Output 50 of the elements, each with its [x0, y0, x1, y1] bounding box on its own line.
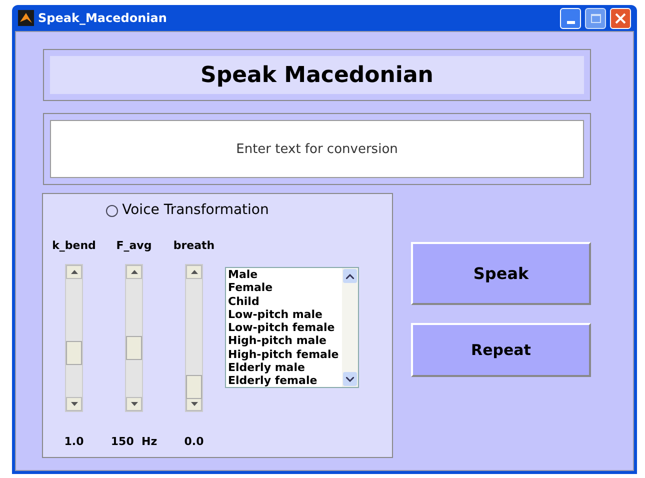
slider-label: F_avg — [116, 238, 152, 254]
triangle-up-icon — [70, 270, 78, 274]
vertical-slider[interactable] — [185, 264, 203, 412]
triangle-down-icon — [130, 402, 138, 406]
slider-up-button[interactable] — [66, 265, 82, 279]
chevron-up-icon — [346, 274, 354, 278]
radio-label: Voice Transformation — [122, 201, 269, 220]
list-item[interactable]: Elderly female — [228, 374, 342, 388]
repeat-button[interactable]: Repeat — [411, 323, 591, 377]
slider-thumb[interactable] — [66, 340, 82, 365]
slider-label: breath — [173, 238, 215, 254]
minimize-button[interactable] — [560, 8, 581, 28]
slider-thumb[interactable] — [126, 336, 142, 360]
list-item[interactable]: Male — [228, 268, 342, 282]
chevron-down-icon — [346, 376, 354, 382]
triangle-down-icon — [70, 402, 78, 406]
list-item[interactable]: High-pitch female — [228, 348, 342, 362]
triangle-down-icon — [190, 402, 198, 406]
slider-down-button[interactable] — [126, 397, 142, 411]
list-item[interactable]: Low-pitch male — [228, 308, 342, 322]
slider-reading: 1.0 — [64, 434, 84, 450]
slider-reading: 150 Hz — [110, 434, 158, 450]
voice-list[interactable]: Male Female Child Low-pitch male Low-pitch female High-pitch male High-pitch female Elderly male Elderly female — [225, 267, 359, 388]
heading-text: Speak Macedonian — [50, 56, 584, 94]
window-title: Speak_Macedonian — [38, 10, 167, 27]
triangle-up-icon — [130, 270, 138, 274]
list-item[interactable]: Child — [228, 294, 342, 308]
scroll-up-button[interactable] — [343, 269, 357, 283]
maximize-button[interactable] — [585, 8, 606, 28]
list-item[interactable]: Elderly male — [228, 361, 342, 374]
vertical-slider[interactable] — [125, 264, 143, 412]
speak-button[interactable]: Speak — [411, 242, 591, 305]
close-button[interactable] — [610, 8, 631, 28]
list-item[interactable]: Low-pitch female — [228, 321, 342, 334]
list-item[interactable]: High-pitch male — [228, 334, 342, 348]
slider-down-button[interactable] — [66, 397, 82, 411]
close-icon — [615, 12, 626, 24]
input-field[interactable]: Enter text for conversion — [50, 120, 584, 178]
slider-up-button[interactable] — [126, 265, 142, 279]
slider-reading: 0.0 — [184, 434, 204, 450]
vertical-slider[interactable] — [65, 264, 83, 412]
scroll-down-button[interactable] — [343, 372, 357, 386]
slider-thumb[interactable] — [186, 374, 202, 399]
slider-label: k_bend — [52, 238, 96, 254]
list-item[interactable]: Female — [228, 281, 342, 295]
slider-up-button[interactable] — [186, 265, 202, 279]
voice-transformation-radio[interactable] — [106, 204, 118, 216]
list-scrollbar[interactable] — [342, 268, 358, 387]
triangle-up-icon — [190, 270, 198, 274]
app-icon — [18, 10, 34, 26]
